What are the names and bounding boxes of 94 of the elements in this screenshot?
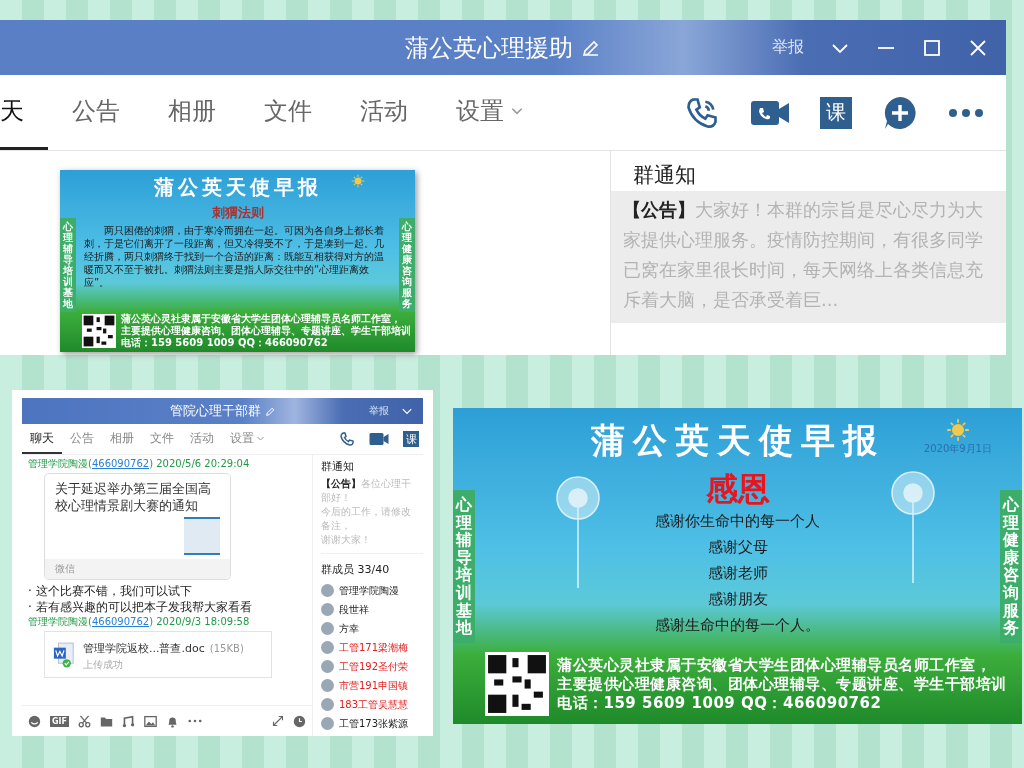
phone-icon[interactable] (339, 431, 355, 447)
notice-text: 谢谢大家！ (321, 533, 372, 547)
tab[interactable]: 相册 (102, 424, 142, 454)
poster-text: 两只困倦的刺猬，由于寒冷而拥在一起。可因为各自身上都长着刺，于是它们离开了一段距离，但又冷得受不了，于是凑到一起。几经折腾，两只刺猬终于找到一个合适的距离：既能互相获得对方的温暖而又不至于被扎。刺猬法则主要是指人际交往中的“心理距离效应”。 (84, 224, 385, 289)
avatar (321, 622, 334, 635)
member-name[interactable]: 方幸 (339, 621, 359, 636)
avatar (321, 603, 334, 616)
sun-icon (945, 418, 970, 442)
poster-title: 蒲公英天使早报 (590, 419, 885, 462)
member-name[interactable]: 183工管吴慧慧 (339, 697, 409, 712)
more-icon[interactable] (948, 107, 984, 118)
clock-icon[interactable] (293, 714, 306, 728)
report-link[interactable]: 举报 (369, 404, 389, 418)
sender-line: 管理学院陶漫(466090762) 2020/9/3 18:09:58 (28, 615, 251, 628)
poster-text: 感谢父母 (706, 537, 769, 558)
avatar (321, 641, 334, 654)
thumbnail-placeholder (184, 517, 220, 555)
poster-text: 感谢老师 (706, 563, 769, 584)
window-title: 管院心理干部群 (169, 402, 261, 420)
poster-title: 蒲公英天使早报 (153, 174, 322, 201)
tab[interactable]: 天 (0, 75, 48, 150)
document-icon (53, 641, 75, 668)
avatar (321, 660, 334, 673)
card-title: 关于延迟举办第三届全国高校心理情景剧大赛的通知 (54, 480, 212, 514)
member-name[interactable]: 市营191申国镇 (339, 678, 409, 693)
side-banner: 心理健康咨询服务 (1000, 490, 1022, 643)
maximize-icon[interactable] (922, 37, 942, 58)
tab[interactable]: 相册 (144, 75, 240, 150)
tab[interactable]: 文件 (142, 424, 182, 454)
chat-message: · 若有感兴趣的可以把本子发我帮大家看看 (28, 599, 253, 615)
side-banner: 心理辅导培训基地 (453, 490, 475, 643)
tab[interactable]: 公告 (48, 75, 144, 150)
avatar (321, 679, 334, 692)
members-heading: 群成员 33/40 (321, 562, 391, 577)
poster-footer-text: 蒲公英心灵社隶属于安徽省大学生团体心理辅导员名师工作室， (557, 655, 992, 675)
member-name[interactable]: 工管192圣付荣 (339, 659, 409, 674)
poster-heading: 感恩 (704, 470, 771, 508)
emoji-icon[interactable] (28, 714, 41, 728)
poster-footer-text: 电话：159 5609 1009 QQ：466090762 (121, 337, 329, 349)
tab[interactable]: 公告 (62, 424, 102, 454)
member-name[interactable]: 管理学院陶漫 (339, 583, 399, 598)
notice-text: 【公告】大家好！本群的宗旨是尽心尽力为大家提供心理服务。疫情防控期间，有很多同学已窝在家里很长时间，每天网络上各类信息充斥着大脑，是否承受着巨... (611, 191, 1006, 323)
video-camera-icon[interactable] (750, 98, 790, 127)
file-name: 管理学院返校...普查.doc (83, 642, 205, 655)
bell-icon[interactable] (166, 714, 179, 728)
poster-footer-text: 主要提供心理健康咨询、团体心理辅导、专题讲座、学生干部培训 (121, 325, 411, 337)
sender-line: 管理学院陶漫(466090762) 2020/5/6 20:29:04 (28, 457, 251, 470)
poster-footer-text: 主要提供心理健康咨询、团体心理辅导、专题讲座、学生干部培训 (557, 674, 1007, 694)
course-button[interactable]: 课 (403, 431, 419, 447)
more-icon[interactable] (188, 719, 202, 723)
expand-icon[interactable] (272, 715, 284, 727)
window-title: 蒲公英心理援助 (405, 32, 573, 64)
avatar (321, 584, 334, 597)
image-icon[interactable] (144, 714, 157, 728)
link-card[interactable]: 关于延迟举办第三届全国高校心理情景剧大赛的通知 微信 (44, 473, 231, 580)
tab[interactable]: 文件 (240, 75, 336, 150)
file-card[interactable]: 管理学院返校...普查.doc (15KB) 上传成功 (44, 631, 272, 678)
poster-text: 感谢你生命中的每一个人 (654, 511, 821, 532)
gif-button[interactable]: GIF (50, 715, 69, 727)
tab[interactable]: 聊天 (22, 424, 62, 454)
poster-text: 感谢生命中的每一个人。 (654, 615, 821, 636)
scissors-icon[interactable] (78, 714, 91, 728)
member-name[interactable]: 工管173张紫源 (339, 716, 409, 731)
report-link[interactable]: 举报 (772, 37, 804, 58)
close-icon[interactable] (968, 37, 988, 58)
side-banner: 心理辅导培训基地 (60, 218, 76, 312)
tab[interactable]: 活动 (336, 75, 432, 150)
notice-text: 今后的工作，请修改备注， (321, 505, 412, 533)
member-name[interactable]: 段世祥 (339, 602, 369, 617)
tab[interactable]: 活动 (182, 424, 222, 454)
member-name[interactable]: 工管171梁潮梅 (339, 640, 409, 655)
side-banner: 心理健康咨询服务 (399, 218, 415, 312)
avatar (321, 717, 334, 730)
qr-code-icon (485, 652, 549, 716)
poster-footer-text: 蒲公英心灵社隶属于安徽省大学生团体心理辅导员名师工作室， (121, 313, 402, 325)
video-camera-icon[interactable] (369, 432, 389, 446)
avatar (321, 698, 334, 711)
notice-heading: 群通知 (632, 162, 697, 189)
qr-code-icon (82, 314, 116, 348)
upload-status: 上传成功 (83, 658, 124, 672)
sun-icon (351, 174, 365, 188)
poster-text: 感谢朋友 (706, 589, 769, 610)
tab[interactable]: 设置 (432, 75, 548, 150)
poster-heading: 刺猬法则 (210, 204, 265, 222)
card-source: 微信 (45, 559, 230, 579)
chat-message: · 这个比赛不错，我们可以试下 (28, 583, 193, 599)
add-icon[interactable] (882, 94, 918, 131)
music-note-icon[interactable] (122, 714, 135, 728)
poster-footer-text: 电话：159 5609 1009 QQ：466090762 (557, 693, 883, 713)
folder-icon[interactable] (100, 714, 113, 728)
notice-heading: 群通知 (321, 459, 355, 474)
tab[interactable]: 设置 (222, 424, 273, 454)
course-button[interactable]: 课 (820, 96, 852, 129)
file-size: (15KB) (209, 643, 244, 654)
